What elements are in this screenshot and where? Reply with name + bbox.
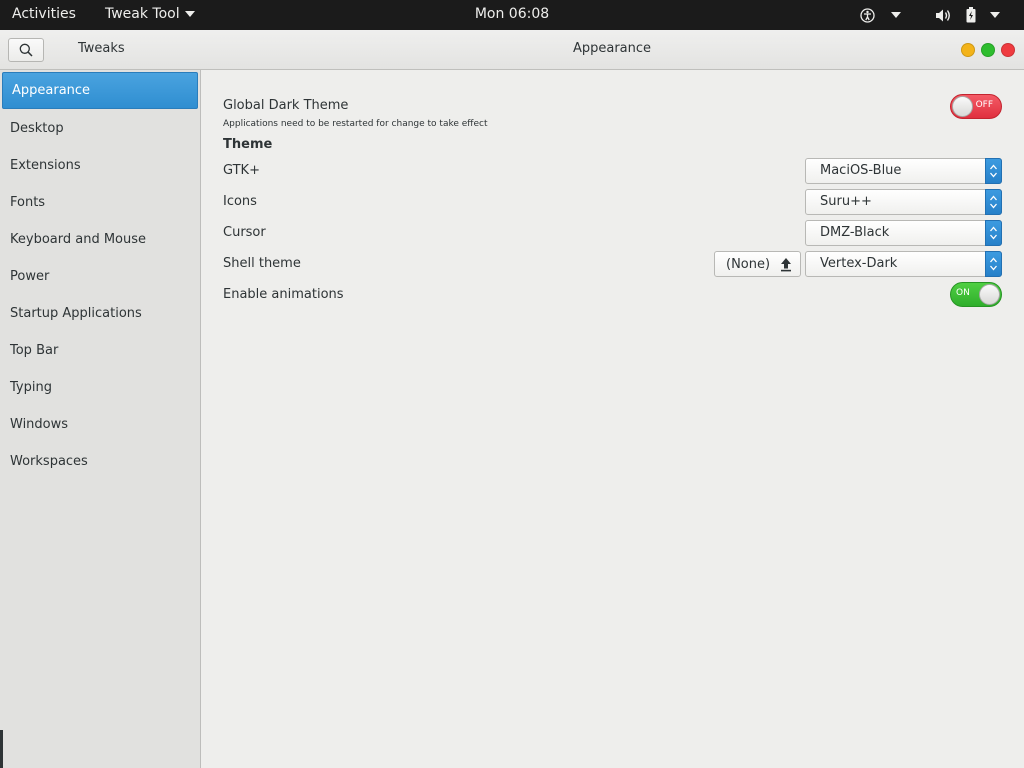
gtk-theme-combo[interactable]: MaciOS-Blue [805,158,1002,184]
icons-theme-combo[interactable]: Suru++ [805,189,1002,215]
upload-icon [781,258,791,272]
chevron-down-icon [891,12,901,18]
maximize-button[interactable] [981,43,995,57]
gtk-theme-value: MaciOS-Blue [820,163,902,178]
dark-theme-label: Global Dark Theme [223,98,349,113]
cursor-theme-value: DMZ-Black [820,225,890,240]
sidebar-item-keyboard-and-mouse[interactable]: Keyboard and Mouse [2,221,198,258]
switch-state-label: ON [956,288,970,298]
dark-theme-subtext: Applications need to be restarted for ch… [223,119,488,129]
sidebar-item-top-bar[interactable]: Top Bar [2,332,198,369]
sidebar-item-extensions[interactable]: Extensions [2,147,198,184]
sidebar-item-windows[interactable]: Windows [2,406,198,443]
sidebar-item-desktop[interactable]: Desktop [2,110,198,147]
accessibility-menu[interactable] [860,0,901,30]
shell-theme-combo[interactable]: Vertex-Dark [805,251,1002,277]
sidebar-item-startup-applications[interactable]: Startup Applications [2,295,198,332]
up-down-arrows-icon [985,251,1002,277]
clock[interactable]: Mon 06:08 [475,6,549,22]
app-menu-button[interactable]: Tweak Tool [105,6,195,22]
icons-label: Icons [223,194,257,209]
up-down-arrows-icon [985,158,1002,184]
up-down-arrows-icon [985,189,1002,215]
tweak-tool-window: Tweaks Appearance Appearance Desktop Ext… [0,30,1024,768]
page-title: Appearance [572,41,652,56]
sidebar-item-workspaces[interactable]: Workspaces [2,443,198,480]
sidebar-title: Tweaks [78,41,125,56]
icons-theme-value: Suru++ [820,194,872,209]
switch-knob [979,284,1000,305]
appearance-panel: Global Dark Theme Applications need to b… [201,70,1024,768]
screen-edge-mark [0,730,3,768]
cursor-label: Cursor [223,225,266,240]
shell-theme-value: Vertex-Dark [820,256,898,271]
switch-knob [952,96,973,117]
theme-section-title: Theme [223,137,273,152]
activities-button[interactable]: Activities [12,6,76,22]
system-menu[interactable] [935,0,1000,30]
shell-theme-file-value: (None) [726,256,771,272]
cursor-theme-combo[interactable]: DMZ-Black [805,220,1002,246]
gtk-label: GTK+ [223,163,260,178]
sidebar: Appearance Desktop Extensions Fonts Keyb… [0,70,201,768]
header-bar: Tweaks Appearance [0,30,1024,70]
animations-switch[interactable]: ON [950,282,1002,307]
window-controls [961,43,1015,57]
battery-icon [966,7,976,23]
dark-theme-switch[interactable]: OFF [950,94,1002,119]
sidebar-item-power[interactable]: Power [2,258,198,295]
sidebar-item-fonts[interactable]: Fonts [2,184,198,221]
sidebar-item-appearance[interactable]: Appearance [2,72,198,109]
app-menu-label: Tweak Tool [105,6,180,22]
sidebar-item-typing[interactable]: Typing [2,369,198,406]
shell-theme-label: Shell theme [223,256,301,271]
up-down-arrows-icon [985,220,1002,246]
volume-icon [936,9,950,21]
search-button[interactable] [8,38,44,62]
chevron-down-icon [184,11,195,17]
shell-theme-file-button[interactable]: (None) [714,251,801,277]
minimize-button[interactable] [961,43,975,57]
switch-state-label: OFF [975,100,993,110]
chevron-down-icon [990,12,1000,18]
close-button[interactable] [1001,43,1015,57]
search-icon [19,43,33,57]
top-bar: Activities Tweak Tool Mon 06:08 [0,0,1024,30]
animations-label: Enable animations [223,287,344,302]
accessibility-icon [860,7,875,23]
